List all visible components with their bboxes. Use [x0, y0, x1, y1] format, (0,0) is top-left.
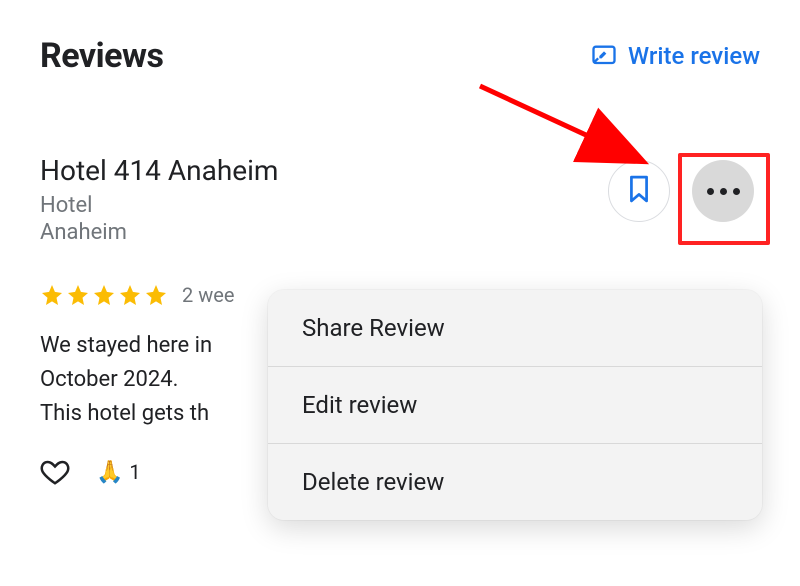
bookmark-button[interactable] — [608, 160, 670, 222]
write-review-button[interactable]: Write review — [590, 42, 760, 70]
star-icon — [92, 283, 116, 307]
review-age: 2 wee — [182, 283, 234, 307]
star-icon — [144, 283, 168, 307]
star-icon — [66, 283, 90, 307]
like-button[interactable] — [40, 457, 70, 487]
pray-reaction[interactable]: 🙏 1 — [96, 460, 141, 485]
hotel-city: Anaheim — [40, 220, 278, 245]
pray-count: 1 — [129, 460, 140, 484]
menu-item-share-review[interactable]: Share Review — [268, 290, 762, 366]
review-options-menu: Share Review Edit review Delete review — [268, 290, 762, 520]
heart-icon — [40, 457, 70, 487]
more-options-icon — [707, 188, 740, 195]
menu-item-edit-review[interactable]: Edit review — [268, 366, 762, 443]
write-review-label: Write review — [628, 42, 760, 70]
more-options-button[interactable] — [692, 160, 754, 222]
bookmark-icon — [626, 173, 652, 209]
star-rating — [40, 283, 168, 307]
hotel-name[interactable]: Hotel 414 Anaheim — [40, 154, 278, 187]
star-icon — [40, 283, 64, 307]
pray-icon: 🙏 — [96, 460, 123, 485]
write-review-icon — [590, 42, 618, 70]
menu-item-delete-review[interactable]: Delete review — [268, 443, 762, 520]
hotel-type: Hotel — [40, 193, 278, 218]
star-icon — [118, 283, 142, 307]
page-title: Reviews — [40, 36, 163, 76]
